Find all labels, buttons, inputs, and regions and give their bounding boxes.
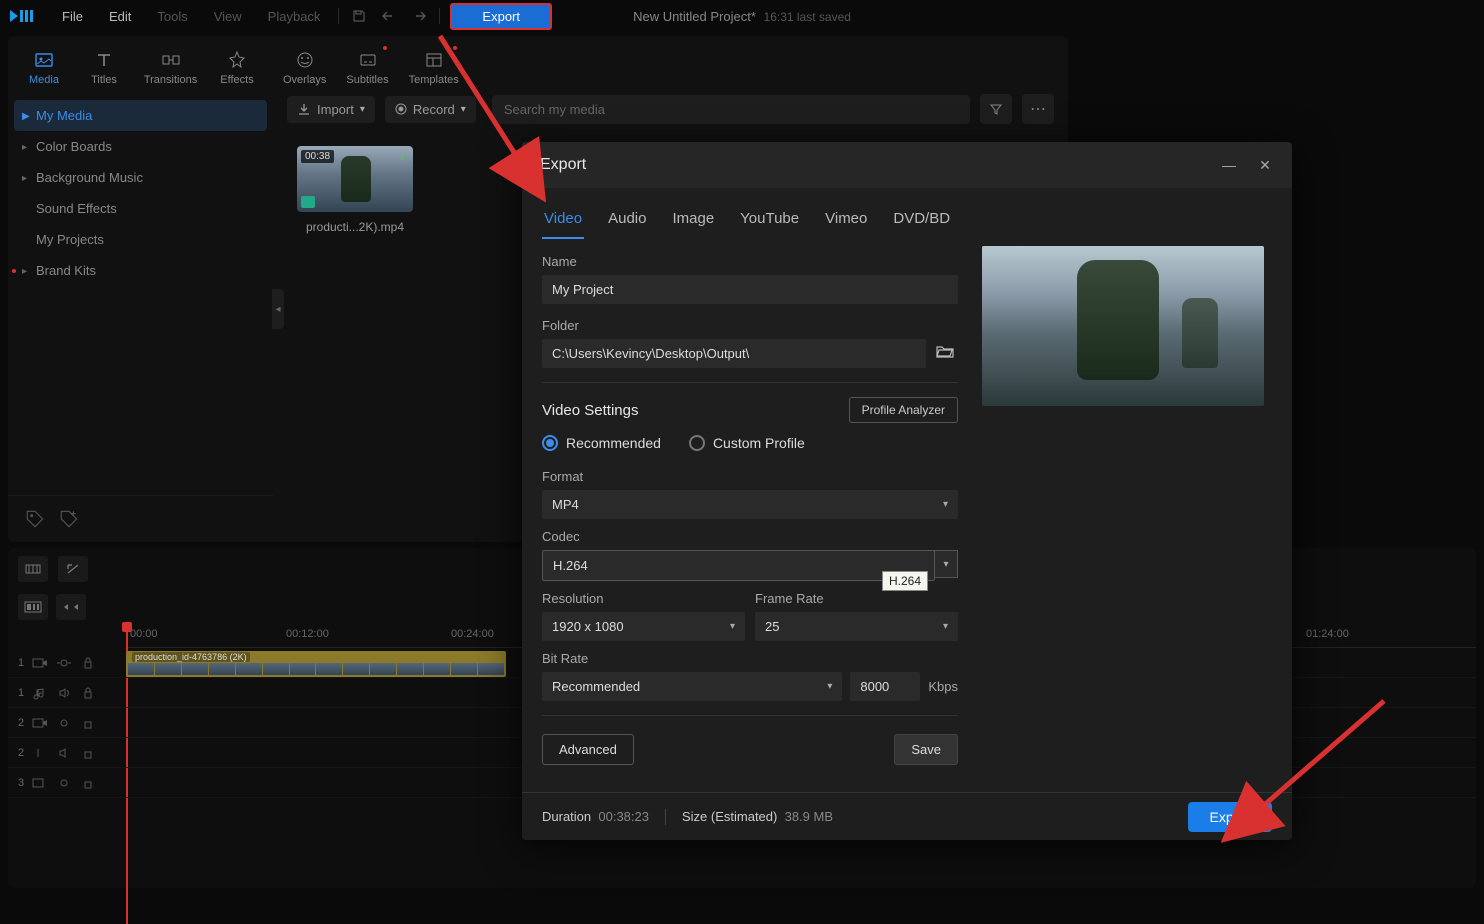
export-button[interactable]: Export bbox=[1188, 802, 1272, 832]
browse-folder-icon[interactable] bbox=[932, 344, 958, 363]
menubar: File Edit Tools View Playback Export New… bbox=[0, 0, 1484, 32]
panel-tabs: Media Titles Transitions Effects bbox=[8, 36, 273, 92]
close-icon[interactable]: ✕ bbox=[1256, 157, 1274, 174]
tab-subtitles[interactable]: Subtitles bbox=[342, 44, 392, 92]
left-panel: Media Titles Transitions Effects ▶My Med… bbox=[8, 36, 273, 542]
menu-playback[interactable]: Playback bbox=[256, 5, 333, 28]
media-type-icon bbox=[301, 196, 315, 208]
timeline-tool-2[interactable] bbox=[58, 556, 88, 582]
folder-input[interactable] bbox=[542, 339, 926, 368]
sidebar-item-color-boards[interactable]: ▸Color Boards bbox=[8, 131, 273, 162]
media-thumbnail: 00:38 ✓ bbox=[297, 146, 413, 212]
minimize-icon[interactable]: — bbox=[1220, 157, 1238, 174]
radio-recommended[interactable]: Recommended bbox=[542, 435, 661, 451]
media-item[interactable]: 00:38 ✓ producti...2K).mp4 bbox=[297, 146, 413, 234]
check-icon: ✓ bbox=[399, 150, 409, 164]
import-button[interactable]: Import ▾ bbox=[287, 96, 375, 123]
separator bbox=[439, 8, 440, 24]
tab-templates[interactable]: Templates bbox=[405, 44, 463, 92]
redo-icon[interactable] bbox=[407, 4, 431, 28]
size-label: Size (Estimated) bbox=[682, 809, 777, 824]
sidebar-list: ▶My Media ▸Color Boards ▸Background Musi… bbox=[8, 92, 273, 495]
codec-select[interactable]: H.264 bbox=[542, 550, 935, 581]
menu-edit[interactable]: Edit bbox=[97, 5, 143, 28]
profile-analyzer-button[interactable]: Profile Analyzer bbox=[849, 397, 958, 423]
dialog-title: Export bbox=[540, 156, 586, 174]
tab-audio[interactable]: Audio bbox=[606, 204, 648, 239]
resolution-label: Resolution bbox=[542, 591, 745, 606]
last-saved: 16:31 last saved bbox=[764, 10, 851, 24]
codec-label: Codec bbox=[542, 529, 958, 544]
format-select[interactable]: MP4▾ bbox=[542, 490, 958, 519]
codec-dropdown-button[interactable]: ▾ bbox=[934, 550, 958, 578]
export-menu-button[interactable]: Export bbox=[450, 3, 552, 30]
sidebar-item-sound-effects[interactable]: Sound Effects bbox=[8, 193, 273, 224]
tab-effects[interactable]: Effects bbox=[213, 44, 261, 92]
export-tabs: Video Audio Image YouTube Vimeo DVD/BD bbox=[542, 188, 958, 240]
video-settings-title: Video Settings bbox=[542, 402, 638, 419]
timeline-clip[interactable]: production_id-4763786 (2K) bbox=[126, 651, 506, 677]
framerate-label: Frame Rate bbox=[755, 591, 958, 606]
timeline-tool-1[interactable] bbox=[18, 556, 48, 582]
sidebar-bottom bbox=[8, 495, 273, 542]
dialog-header: Export — ✕ bbox=[522, 142, 1292, 188]
media-filename: producti...2K).mp4 bbox=[297, 220, 413, 234]
separator bbox=[338, 8, 339, 24]
sidebar-item-bg-music[interactable]: ▸Background Music bbox=[8, 162, 273, 193]
tag-icon[interactable] bbox=[24, 508, 46, 530]
bitrate-mode-select[interactable]: Recommended▾ bbox=[542, 672, 842, 701]
project-title: New Untitled Project* 16:31 last saved bbox=[633, 9, 851, 24]
tag-add-icon[interactable] bbox=[58, 508, 80, 530]
save-button[interactable]: Save bbox=[894, 734, 958, 765]
sidebar-item-my-media[interactable]: ▶My Media bbox=[14, 100, 267, 131]
framerate-select[interactable]: 25▾ bbox=[755, 612, 958, 641]
tab-youtube[interactable]: YouTube bbox=[738, 204, 801, 239]
tab-overlays[interactable]: Overlays bbox=[279, 44, 330, 92]
search-input[interactable]: Search my media bbox=[492, 95, 970, 124]
bitrate-input[interactable] bbox=[850, 672, 920, 701]
name-input[interactable] bbox=[542, 275, 958, 304]
resolution-select[interactable]: 1920 x 1080▾ bbox=[542, 612, 745, 641]
radio-custom[interactable]: Custom Profile bbox=[689, 435, 805, 451]
undo-icon[interactable] bbox=[377, 4, 401, 28]
tab-titles[interactable]: Titles bbox=[80, 44, 128, 92]
record-button[interactable]: Record ▾ bbox=[385, 96, 476, 123]
sidebar-item-my-projects[interactable]: My Projects bbox=[8, 224, 273, 255]
more-icon[interactable]: ⋯ bbox=[1022, 94, 1054, 124]
tab-dvd[interactable]: DVD/BD bbox=[891, 204, 952, 239]
duration-label: Duration bbox=[542, 809, 591, 824]
filter-icon[interactable] bbox=[980, 94, 1012, 124]
collapse-handle[interactable]: ◂ bbox=[272, 289, 284, 329]
size-value: 38.9 MB bbox=[785, 809, 833, 824]
codec-tooltip: H.264 bbox=[882, 571, 928, 591]
advanced-button[interactable]: Advanced bbox=[542, 734, 634, 765]
format-label: Format bbox=[542, 469, 958, 484]
name-label: Name bbox=[542, 254, 958, 269]
clip-duration: 00:38 bbox=[301, 150, 334, 163]
tab-transitions[interactable]: Transitions bbox=[140, 44, 201, 92]
bitrate-label: Bit Rate bbox=[542, 651, 958, 666]
bitrate-unit: Kbps bbox=[928, 679, 958, 694]
menu-file[interactable]: File bbox=[50, 5, 95, 28]
tab-vimeo[interactable]: Vimeo bbox=[823, 204, 869, 239]
menu-view[interactable]: View bbox=[202, 5, 254, 28]
timeline-mode-2[interactable] bbox=[56, 594, 86, 620]
project-name: New Untitled Project* bbox=[633, 9, 756, 24]
tab-video[interactable]: Video bbox=[542, 204, 584, 239]
timeline-mode-1[interactable] bbox=[18, 594, 48, 620]
tab-media[interactable]: Media bbox=[20, 44, 68, 92]
export-dialog: Export — ✕ Video Audio Image YouTube Vim… bbox=[522, 142, 1292, 840]
menu-tools[interactable]: Tools bbox=[145, 5, 199, 28]
folder-label: Folder bbox=[542, 318, 958, 333]
app-logo bbox=[8, 6, 40, 26]
sidebar-item-brand-kits[interactable]: ▸Brand Kits bbox=[8, 255, 273, 286]
tab-image[interactable]: Image bbox=[670, 204, 716, 239]
duration-value: 00:38:23 bbox=[598, 809, 649, 824]
export-preview bbox=[982, 246, 1264, 406]
dialog-footer: Duration 00:38:23 Size (Estimated) 38.9 … bbox=[522, 792, 1292, 840]
save-icon[interactable] bbox=[347, 4, 371, 28]
